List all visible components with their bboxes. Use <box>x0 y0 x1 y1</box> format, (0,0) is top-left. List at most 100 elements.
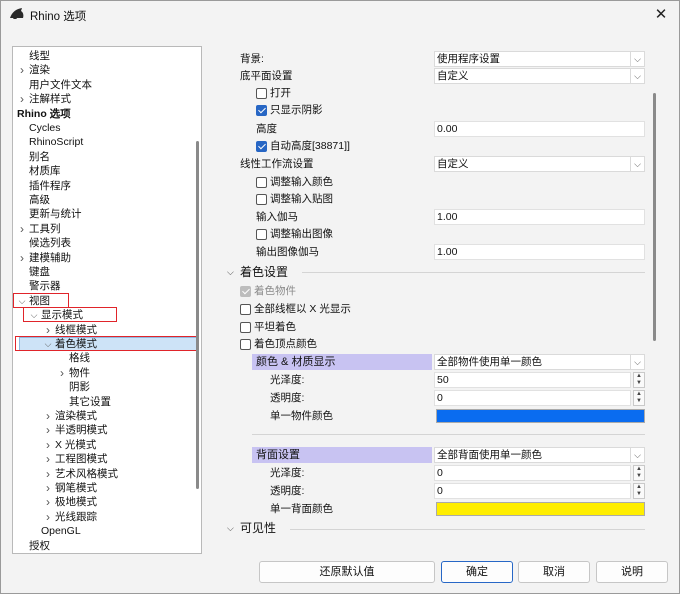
tree-item[interactable]: 插件程序 <box>13 179 201 193</box>
auto-height-checkbox[interactable] <box>256 141 267 152</box>
section-divider <box>290 529 645 530</box>
adjust-output-image-label: 调整输出图像 <box>270 228 333 240</box>
chevron-right-icon[interactable]: › <box>43 423 53 437</box>
annotation-box <box>13 292 69 308</box>
tree-item[interactable]: › 半透明模式 <box>13 423 201 437</box>
tree-item[interactable]: 其它设置 <box>13 395 201 409</box>
single-backface-color-swatch[interactable] <box>436 502 645 516</box>
tree-item[interactable]: › 工程图模式 <box>13 452 201 466</box>
backface-value: 全部背面使用单一颜色 <box>437 449 542 461</box>
section-divider <box>252 434 645 435</box>
chevron-right-icon[interactable]: › <box>17 222 27 236</box>
tree-item[interactable]: 格线 <box>13 351 201 365</box>
tree-item-label: 候选列表 <box>29 237 71 250</box>
chevron-right-icon[interactable]: › <box>43 467 53 481</box>
tree-item-label: 更新与统计 <box>29 208 82 221</box>
chevron-right-icon[interactable]: › <box>43 452 53 466</box>
chevron-right-icon[interactable]: › <box>43 409 53 423</box>
single-object-color-swatch[interactable] <box>436 409 645 423</box>
ground-plane-on-checkbox[interactable] <box>256 88 267 99</box>
tree-item[interactable]: › 渲染模式 <box>13 409 201 423</box>
height-input[interactable]: 0.00 <box>434 121 645 137</box>
output-gamma-label: 输出图像伽马 <box>256 246 319 258</box>
back-transparency-spinner[interactable]: ▲ ▼ <box>633 483 645 499</box>
adjust-input-color-checkbox[interactable] <box>256 177 267 188</box>
tree-item[interactable]: Rhino 选项 <box>13 107 201 121</box>
annotation-box <box>15 336 198 351</box>
tree-item[interactable]: › 极地模式 <box>13 495 201 509</box>
close-icon[interactable]: ✕ <box>649 3 673 25</box>
chevron-down-icon[interactable]: ⌵ <box>227 520 234 536</box>
tree-item-label: Cycles <box>29 122 61 134</box>
ok-button[interactable]: 确定 <box>441 561 513 583</box>
tree-item[interactable]: 警示器 <box>13 279 201 293</box>
all-wireframe-xray-label: 全部线框以 X 光显示 <box>254 303 351 315</box>
tree-item[interactable]: 阴影 <box>13 380 201 394</box>
tree-item[interactable]: › 物件 <box>13 366 201 380</box>
adjust-output-image-checkbox[interactable] <box>256 229 267 240</box>
tree-item[interactable]: › 艺术风格模式 <box>13 467 201 481</box>
restore-defaults-button[interactable]: 还原默认值 <box>259 561 435 583</box>
shadows-only-label: 只显示阴影 <box>270 104 323 116</box>
tree-item[interactable]: › 渲染 <box>13 63 201 77</box>
chevron-right-icon[interactable]: › <box>57 366 67 380</box>
chevron-right-icon[interactable]: › <box>17 251 27 265</box>
tree-item[interactable]: › 注解样式 <box>13 92 201 106</box>
gloss-input[interactable]: 50 <box>434 372 631 388</box>
flat-shading-checkbox[interactable] <box>240 322 251 333</box>
tree-item[interactable]: 高级 <box>13 193 201 207</box>
vertex-colors-checkbox[interactable] <box>240 339 251 350</box>
color-material-dropdown[interactable]: 全部物件使用单一颜色 ⌵ <box>434 354 645 370</box>
tree-item[interactable]: 材质库 <box>13 164 201 178</box>
chevron-right-icon[interactable]: › <box>43 481 53 495</box>
tree-item[interactable]: 用户文件文本 <box>13 78 201 92</box>
tree-item[interactable]: › 光线跟踪 <box>13 510 201 524</box>
backface-dropdown[interactable]: 全部背面使用单一颜色 ⌵ <box>434 447 645 463</box>
tree-item[interactable]: › 线框模式 <box>13 323 201 337</box>
tree-item[interactable]: Cycles <box>13 121 201 135</box>
linear-workflow-dropdown[interactable]: 自定义 ⌵ <box>434 156 645 172</box>
settings-scrollbar[interactable] <box>653 93 656 341</box>
tree-item[interactable]: RhinoScript <box>13 135 201 149</box>
chevron-right-icon[interactable]: › <box>43 323 53 337</box>
chevron-right-icon[interactable]: › <box>17 92 27 106</box>
tree-item[interactable]: OpenGL <box>13 524 201 538</box>
shading-section-title: 着色设置 <box>240 265 289 279</box>
tree-item[interactable]: 授权 <box>13 539 201 553</box>
cancel-button[interactable]: 取消 <box>518 561 590 583</box>
tree-item-label: OpenGL <box>41 525 81 538</box>
chevron-right-icon[interactable]: › <box>43 495 53 509</box>
transparency-input[interactable]: 0 <box>434 390 631 406</box>
chevron-right-icon[interactable]: › <box>43 510 53 524</box>
chevron-right-icon[interactable]: › <box>17 63 27 77</box>
chevron-right-icon[interactable]: › <box>43 438 53 452</box>
tree-item-label: 工程图模式 <box>55 453 108 466</box>
tree-item[interactable]: › 工具列 <box>13 222 201 236</box>
back-gloss-input[interactable]: 0 <box>434 465 631 481</box>
transparency-spinner[interactable]: ▲ ▼ <box>633 390 645 406</box>
tree-item[interactable]: › 钢笔模式 <box>13 481 201 495</box>
tree-item[interactable]: › 建模辅助 <box>13 251 201 265</box>
tree-item[interactable]: 候选列表 <box>13 236 201 250</box>
options-tree[interactable]: 线型 › 渲染 用户文件文本 › 注解样式 Rhino 选项 Cycles RhinoScrip… <box>12 46 202 554</box>
output-gamma-input[interactable]: 1.00 <box>434 244 645 260</box>
adjust-input-texture-checkbox[interactable] <box>256 194 267 205</box>
tree-item[interactable]: 别名 <box>13 150 201 164</box>
input-gamma-input[interactable]: 1.00 <box>434 209 645 225</box>
chevron-down-icon: ⌵ <box>630 156 644 172</box>
tree-scrollbar[interactable] <box>196 141 199 489</box>
tree-item-label: 键盘 <box>29 266 50 278</box>
back-transparency-input[interactable]: 0 <box>434 483 631 499</box>
back-gloss-spinner[interactable]: ▲ ▼ <box>633 465 645 481</box>
help-button[interactable]: 说明 <box>596 561 668 583</box>
tree-item[interactable]: 更新与统计 <box>13 207 201 221</box>
tree-item[interactable]: › X 光模式 <box>13 438 201 452</box>
gloss-spinner[interactable]: ▲ ▼ <box>633 372 645 388</box>
all-wireframe-xray-checkbox[interactable] <box>240 304 251 315</box>
chevron-down-icon[interactable]: ⌵ <box>227 264 234 280</box>
tree-item[interactable]: 线型 <box>13 49 201 63</box>
ground-plane-dropdown[interactable]: 自定义 ⌵ <box>434 68 645 84</box>
background-dropdown[interactable]: 使用程序设置 ⌵ <box>434 51 645 67</box>
shadows-only-checkbox[interactable] <box>256 105 267 116</box>
tree-item[interactable]: 键盘 <box>13 265 201 279</box>
